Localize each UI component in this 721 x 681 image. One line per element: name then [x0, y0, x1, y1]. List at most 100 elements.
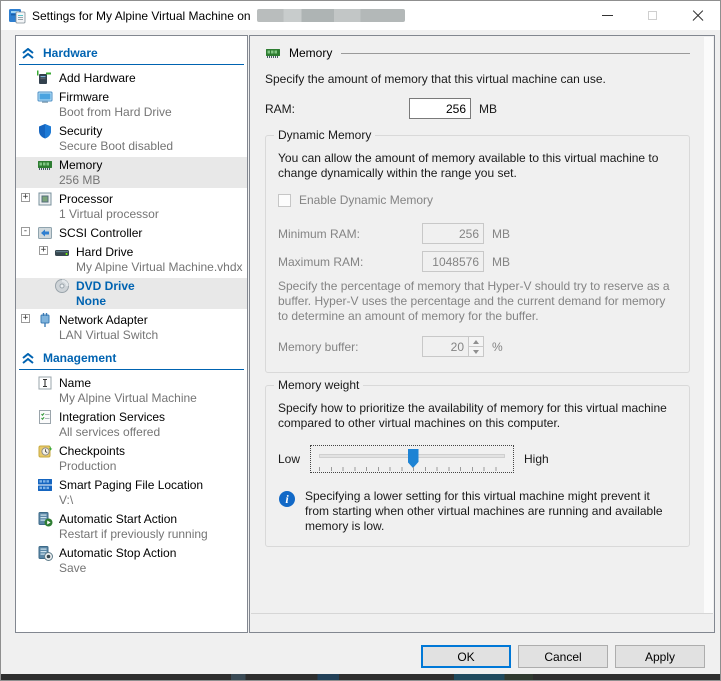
maximize-icon	[648, 11, 657, 20]
header-rule	[341, 53, 690, 54]
maximum-ram-label: Maximum RAM:	[278, 255, 422, 269]
sidebar-item-scsi-controller[interactable]: - SCSI Controller	[16, 225, 247, 241]
item-sublabel: None	[76, 294, 247, 309]
info-icon: i	[279, 491, 295, 507]
vertical-scrollbar[interactable]	[704, 37, 713, 613]
minimum-ram-input	[422, 223, 484, 244]
network-adapter-icon	[37, 312, 53, 328]
sidebar-item-add-hardware[interactable]: Add Hardware	[16, 70, 247, 86]
item-label: Firmware	[59, 89, 247, 105]
memory-weight-note: Specifying a lower setting for this virt…	[305, 489, 677, 534]
checkbox-label: Enable Dynamic Memory	[299, 193, 433, 207]
sidebar-item-checkpoints[interactable]: Checkpoints Production	[16, 443, 247, 474]
memory-weight-group: Memory weight Specify how to prioritize …	[265, 385, 690, 547]
slider-ticks	[319, 467, 507, 471]
dynamic-memory-group: Dynamic Memory You can allow the amount …	[265, 135, 690, 373]
sidebar-item-processor[interactable]: + Processor 1 Virtual processor	[16, 191, 247, 222]
sidebar-item-network-adapter[interactable]: + Network Adapter LAN Virtual Switch	[16, 312, 247, 343]
memory-icon	[37, 157, 53, 173]
sidebar-item-automatic-start-action[interactable]: Automatic Start Action Restart if previo…	[16, 511, 247, 542]
minimize-icon	[602, 15, 613, 16]
firmware-icon	[37, 89, 53, 105]
maximum-ram-input	[422, 251, 484, 272]
dialog-buttons: OK Cancel Apply	[421, 645, 705, 668]
item-sublabel: V:\	[59, 493, 247, 508]
sidebar-item-dvd-drive[interactable]: DVD Drive None	[16, 278, 247, 309]
maximize-button	[630, 1, 675, 30]
settings-window: Settings for My Alpine Virtual Machine o…	[0, 0, 721, 681]
window-title: Settings for My Alpine Virtual Machine o…	[32, 9, 251, 23]
sidebar-item-automatic-stop-action[interactable]: Automatic Stop Action Save	[16, 545, 247, 576]
sidebar-item-security[interactable]: Security Secure Boot disabled	[16, 123, 247, 154]
slider-high-label: High	[524, 452, 549, 466]
ok-button[interactable]: OK	[421, 645, 511, 668]
group-title: Dynamic Memory	[274, 128, 375, 142]
settings-nav-list: Hardware Add Hardware Firmware Boot from…	[15, 35, 248, 633]
ram-label: RAM:	[265, 102, 409, 116]
section-header-management[interactable]: Management	[19, 350, 244, 370]
section-label-hardware: Hardware	[43, 46, 98, 60]
hard-drive-icon	[54, 244, 70, 260]
minimize-button[interactable]	[585, 1, 630, 30]
sidebar-item-firmware[interactable]: Firmware Boot from Hard Drive	[16, 89, 247, 120]
item-label: Add Hardware	[59, 70, 247, 86]
minimum-ram-label: Minimum RAM:	[278, 227, 422, 241]
panel-title: Memory	[289, 46, 332, 60]
cancel-button[interactable]: Cancel	[518, 645, 608, 668]
item-label: Network Adapter	[59, 312, 247, 328]
item-label: Checkpoints	[59, 443, 247, 459]
spinner-buttons	[468, 337, 483, 356]
expander-icon[interactable]: +	[39, 246, 48, 255]
hyperv-settings-icon	[9, 7, 26, 24]
enable-dynamic-memory-checkbox: Enable Dynamic Memory	[278, 193, 677, 207]
item-label: Hard Drive	[76, 244, 247, 260]
spinner-up-icon	[469, 337, 483, 347]
section-header-hardware[interactable]: Hardware	[19, 45, 244, 65]
dynamic-memory-desc: You can allow the amount of memory avail…	[278, 151, 677, 181]
memory-buffer-unit: %	[492, 340, 503, 354]
item-sublabel: My Alpine Virtual Machine.vhdx	[76, 260, 247, 275]
ram-unit: MB	[479, 102, 497, 116]
item-label: Automatic Stop Action	[59, 545, 247, 561]
sidebar-item-hard-drive[interactable]: + Hard Drive My Alpine Virtual Machine.v…	[16, 244, 247, 275]
item-label: DVD Drive	[76, 278, 247, 294]
item-label: Security	[59, 123, 247, 139]
memory-icon	[265, 45, 281, 61]
redacted-hostname	[257, 9, 405, 22]
horizontal-scrollbar	[251, 613, 713, 631]
item-label: Processor	[59, 191, 247, 207]
item-sublabel: My Alpine Virtual Machine	[59, 391, 247, 406]
sidebar-item-smart-paging-file-location[interactable]: Smart Paging File Location V:\	[16, 477, 247, 508]
smart-paging-icon	[37, 477, 53, 493]
item-label: SCSI Controller	[59, 225, 247, 241]
memory-weight-slider-thumb[interactable]	[408, 449, 419, 468]
item-label: Memory	[59, 157, 247, 173]
sidebar-item-memory[interactable]: Memory 256 MB	[16, 157, 247, 188]
expander-icon[interactable]: +	[21, 193, 30, 202]
apply-button[interactable]: Apply	[615, 645, 705, 668]
processor-icon	[37, 191, 53, 207]
checkbox-icon	[278, 194, 291, 207]
ram-input[interactable]	[409, 98, 471, 119]
collapse-chevron-icon	[22, 353, 34, 364]
add-hardware-icon	[37, 70, 53, 86]
security-shield-icon	[37, 123, 53, 139]
item-sublabel: 1 Virtual processor	[59, 207, 247, 222]
memory-weight-slider[interactable]	[310, 445, 514, 473]
item-label: Integration Services	[59, 409, 247, 425]
item-label: Name	[59, 375, 247, 391]
item-sublabel: LAN Virtual Switch	[59, 328, 247, 343]
item-label: Smart Paging File Location	[59, 477, 247, 493]
expander-icon[interactable]: +	[21, 314, 30, 323]
sidebar-item-integration-services[interactable]: Integration Services All services offere…	[16, 409, 247, 440]
memory-buffer-label: Memory buffer:	[278, 340, 422, 354]
section-label-management: Management	[43, 351, 116, 365]
close-button[interactable]	[675, 1, 720, 30]
item-label: Automatic Start Action	[59, 511, 247, 527]
sidebar-item-name[interactable]: Name My Alpine Virtual Machine	[16, 375, 247, 406]
slider-low-label: Low	[278, 452, 308, 466]
item-sublabel: Production	[59, 459, 247, 474]
memory-buffer-desc: Specify the percentage of memory that Hy…	[278, 279, 677, 324]
expander-icon[interactable]: -	[21, 227, 30, 236]
memory-weight-desc: Specify how to prioritize the availabili…	[278, 401, 677, 431]
